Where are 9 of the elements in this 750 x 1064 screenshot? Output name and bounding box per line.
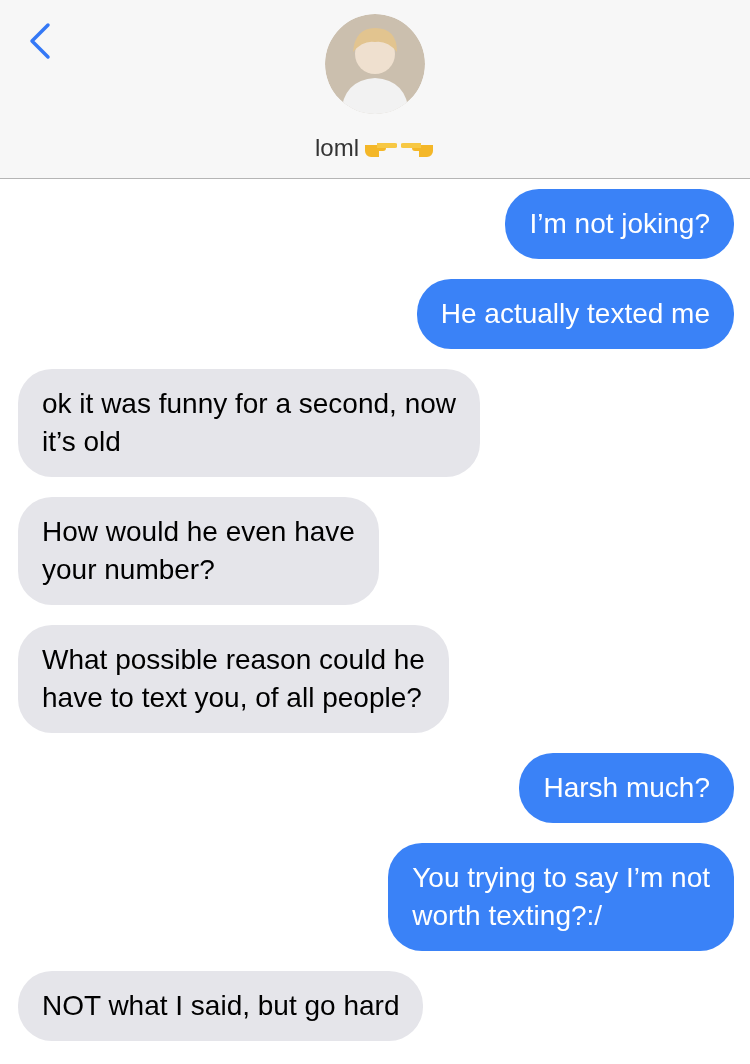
received-message-bubble: How would he even have your number? (18, 497, 379, 605)
received-message-bubble: NOT what I said, but go hard (18, 971, 424, 1041)
sent-message-bubble: I’m not joking? (505, 189, 734, 259)
received-message-bubble: What possible reason could he have to text you, of all people? (18, 625, 449, 733)
sent-message-bubble: Harsh much? (519, 753, 734, 823)
sent-message-bubble: He actually texted me (416, 279, 734, 349)
sent-message-bubble: You trying to say I’m not worth texting?:/ (388, 843, 734, 951)
received-message-bubble: ok it was funny for a second, now it’s old (18, 369, 480, 477)
contact-name: loml (315, 133, 359, 163)
